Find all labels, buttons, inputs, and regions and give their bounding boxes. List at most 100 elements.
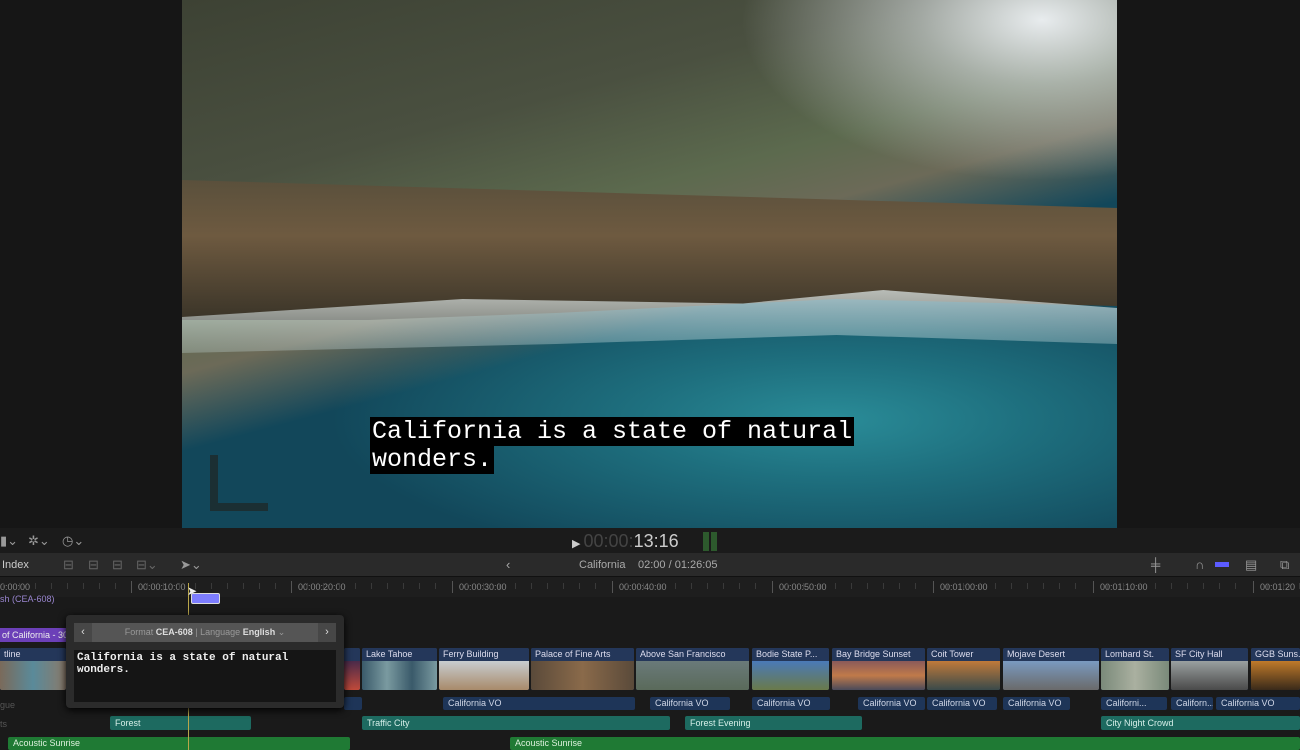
ruler-minor-tick xyxy=(723,583,724,589)
vo-clip[interactable]: California VO xyxy=(650,697,730,710)
ruler-minor-tick xyxy=(1043,583,1044,589)
ruler-label: 00:01:20 xyxy=(1253,581,1295,593)
vo-clip[interactable] xyxy=(344,697,362,710)
caption-editor-popover: ‹ Format CEA-608 | Language English ⌄ › … xyxy=(66,615,344,708)
effects-clip[interactable]: City Night Crowd xyxy=(1101,716,1300,730)
ruler-minor-tick xyxy=(419,583,420,589)
view-menu-icon[interactable]: ▮⌄ xyxy=(0,533,18,549)
vo-clip[interactable]: California VO xyxy=(1003,697,1070,710)
ruler-minor-tick xyxy=(1203,583,1204,589)
video-clip[interactable]: Bodie State P... xyxy=(752,648,829,690)
ruler-minor-tick xyxy=(883,583,884,589)
video-clip[interactable]: Coit Tower xyxy=(927,648,1000,690)
enhance-icon[interactable]: ✲⌄ xyxy=(28,533,50,549)
clip-title: Ferry Building xyxy=(439,648,529,661)
ruler-minor-tick xyxy=(675,583,676,589)
skimming-icon[interactable]: ╪ xyxy=(1151,557,1160,572)
vo-clip[interactable]: Californ... xyxy=(1171,697,1213,710)
index-button[interactable]: Index xyxy=(2,559,29,571)
video-clip[interactable]: Bay Bridge Sunset xyxy=(832,648,925,690)
video-clip[interactable]: GGB Suns... xyxy=(1251,648,1300,690)
timecode-display: ▶ 00:00:13:16 xyxy=(572,531,679,552)
video-clip[interactable]: tline xyxy=(0,648,66,690)
row-label: ts xyxy=(0,719,8,729)
ruler-minor-tick xyxy=(643,583,644,589)
clip-title: Coit Tower xyxy=(927,648,1000,661)
format-value: CEA-608 xyxy=(155,627,193,637)
vo-clip[interactable]: California VO xyxy=(858,697,925,710)
ruler-minor-tick xyxy=(979,583,980,589)
vo-clip[interactable]: California VO xyxy=(927,697,997,710)
effects-clip[interactable]: Forest Evening xyxy=(685,716,862,730)
video-clip[interactable]: Lombard St. xyxy=(1101,648,1169,690)
ruler-minor-tick xyxy=(227,583,228,589)
back-icon[interactable]: ‹ xyxy=(506,557,510,572)
language-select[interactable]: English xyxy=(243,627,276,637)
clip-title: Palace of Fine Arts xyxy=(531,648,634,661)
ruler-minor-tick xyxy=(355,583,356,589)
previous-caption-button[interactable]: ‹ xyxy=(74,623,92,642)
video-clip[interactable]: Above San Francisco xyxy=(636,648,749,690)
video-clip[interactable]: Lake Tahoe xyxy=(362,648,437,690)
ruler-minor-tick xyxy=(691,583,692,589)
connect-clip-icon[interactable]: ⊟ xyxy=(63,557,74,573)
vo-clip[interactable]: California VO xyxy=(443,697,635,710)
vo-clip[interactable]: Californi... xyxy=(1101,697,1167,710)
clip-title: Lombard St. xyxy=(1101,648,1169,661)
solo-icon[interactable] xyxy=(1215,562,1229,567)
snapping-icon[interactable]: ▤ xyxy=(1245,557,1257,573)
video-clip[interactable]: Mojave Desert xyxy=(1003,648,1099,690)
ruler-minor-tick xyxy=(803,583,804,589)
ruler-minor-tick xyxy=(1155,583,1156,589)
music-clip[interactable]: Acoustic Sunrise xyxy=(8,737,350,750)
audio-skimming-icon[interactable]: ∩ xyxy=(1195,557,1204,572)
video-clip[interactable]: Palace of Fine Arts xyxy=(531,648,634,690)
ruler-minor-tick xyxy=(499,583,500,589)
video-clip[interactable]: Ferry Building xyxy=(439,648,529,690)
effects-clip[interactable]: Traffic City xyxy=(362,716,670,730)
ruler-minor-tick xyxy=(1011,583,1012,589)
speed-icon[interactable]: ◷⌄ xyxy=(62,533,84,549)
append-clip-icon[interactable]: ⊟ xyxy=(112,557,123,573)
ruler-label: 00:00:10:00 xyxy=(131,581,186,593)
ruler-minor-tick xyxy=(371,583,372,589)
caption-lane-label: sh (CEA-608) xyxy=(0,594,55,604)
overwrite-clip-icon[interactable]: ⊟⌄ xyxy=(136,557,158,573)
ruler-minor-tick xyxy=(147,583,148,589)
ruler-minor-tick xyxy=(595,583,596,589)
ruler-minor-tick xyxy=(659,583,660,589)
ruler-label: 0:00:00 xyxy=(0,582,31,592)
ruler-minor-tick xyxy=(323,583,324,589)
clip-appearance-icon[interactable]: ⧉ xyxy=(1280,557,1289,573)
project-duration: 02:00 / 01:26:05 xyxy=(638,559,718,571)
caption-line-1: California is a state of natural xyxy=(370,417,855,446)
video-clip[interactable]: SF City Hall xyxy=(1171,648,1248,690)
row-label: gue xyxy=(0,700,16,710)
timecode-prefix: 00:00: xyxy=(583,531,634,551)
ruler-minor-tick xyxy=(467,583,468,589)
vo-clip[interactable]: California VO xyxy=(1216,697,1300,710)
insert-clip-icon[interactable]: ⊟ xyxy=(88,557,99,573)
caption-clip[interactable]: of California - 30 xyxy=(0,628,68,642)
ruler-minor-tick xyxy=(851,583,852,589)
project-name: California xyxy=(579,559,626,571)
ruler-minor-tick xyxy=(403,583,404,589)
title-safe-corner xyxy=(210,455,268,511)
music-clip[interactable]: Acoustic Sunrise xyxy=(510,737,1300,750)
ruler-minor-tick xyxy=(35,583,36,589)
ruler-minor-tick xyxy=(19,583,20,589)
play-icon[interactable]: ▶ xyxy=(572,538,584,550)
clip-title: SF City Hall xyxy=(1171,648,1248,661)
next-caption-button[interactable]: › xyxy=(318,623,336,642)
ruler-minor-tick xyxy=(995,583,996,589)
clip-title: Mojave Desert xyxy=(1003,648,1099,661)
chevron-down-icon: ⌄ xyxy=(277,627,286,637)
video-clip[interactable] xyxy=(344,648,360,690)
audio-meters xyxy=(703,532,719,551)
caption-text-input[interactable]: California is a state of natural wonders… xyxy=(74,650,336,702)
effects-clip[interactable]: Forest xyxy=(110,716,251,730)
select-tool-icon[interactable]: ➤⌄ xyxy=(180,557,202,573)
ruler-label: 00:00:20:00 xyxy=(291,581,346,593)
ruler-minor-tick xyxy=(243,583,244,589)
vo-clip[interactable]: California VO xyxy=(752,697,830,710)
